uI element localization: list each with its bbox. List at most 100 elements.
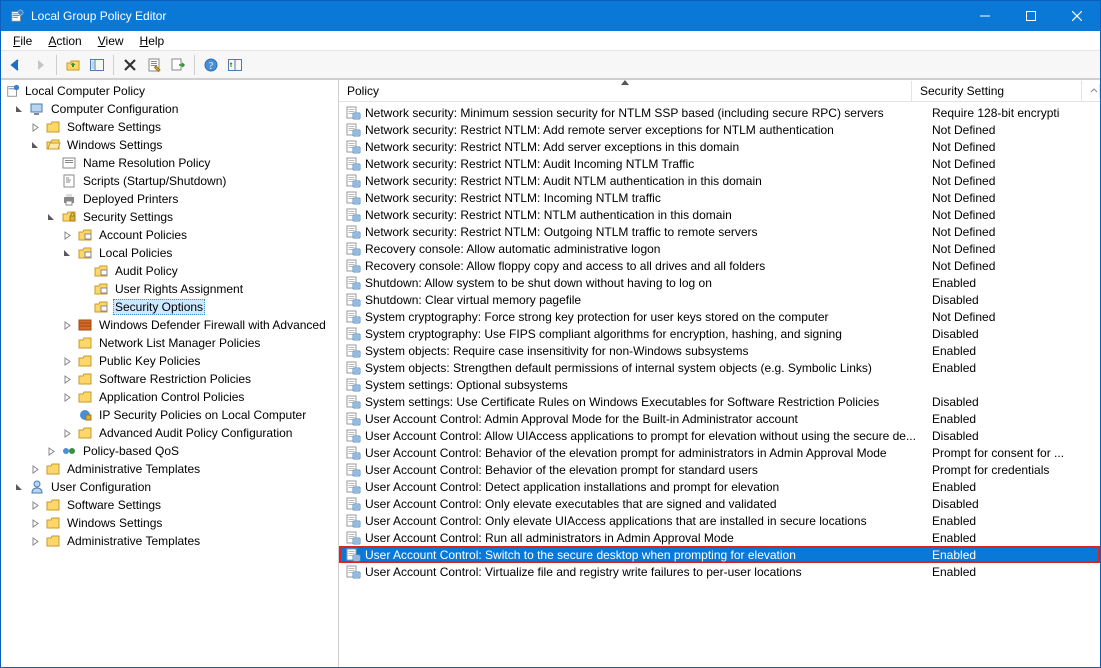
policy-row[interactable]: User Account Control: Detect application… bbox=[339, 478, 1100, 495]
tree-item-security-settings[interactable]: Security Settings bbox=[1, 208, 339, 226]
console-tree[interactable]: Local Computer Policy Computer Configura… bbox=[1, 80, 339, 667]
expander-open-icon[interactable] bbox=[45, 211, 57, 223]
forward-button[interactable] bbox=[29, 54, 51, 76]
tree-item-audit-policy[interactable]: Audit Policy bbox=[1, 262, 339, 280]
tree-item-u-admin-templates[interactable]: Administrative Templates bbox=[1, 532, 339, 550]
up-button[interactable] bbox=[62, 54, 84, 76]
delete-button[interactable] bbox=[119, 54, 141, 76]
tree-item-software-settings[interactable]: Software Settings bbox=[1, 118, 339, 136]
security-settings-icon bbox=[61, 209, 77, 225]
tree-root[interactable]: Local Computer Policy bbox=[1, 82, 339, 100]
expander-closed-icon[interactable] bbox=[29, 463, 41, 475]
expander-closed-icon[interactable] bbox=[29, 517, 41, 529]
maximize-button[interactable] bbox=[1008, 1, 1054, 31]
tree-item-qos[interactable]: Policy-based QoS bbox=[1, 442, 339, 460]
policy-setting: Not Defined bbox=[932, 310, 1100, 324]
back-button[interactable] bbox=[5, 54, 27, 76]
expander-closed-icon[interactable] bbox=[29, 121, 41, 133]
menu-action[interactable]: Action bbox=[40, 32, 89, 50]
policy-row[interactable]: User Account Control: Allow UIAccess app… bbox=[339, 427, 1100, 444]
tree-item-account-policies[interactable]: Account Policies bbox=[1, 226, 339, 244]
tree-item-user-rights[interactable]: User Rights Assignment bbox=[1, 280, 339, 298]
show-hide-tree-button[interactable] bbox=[86, 54, 108, 76]
tree-item-application-control[interactable]: Application Control Policies bbox=[1, 388, 339, 406]
help-button[interactable]: ? bbox=[200, 54, 222, 76]
policy-row[interactable]: Network security: Restrict NTLM: Audit I… bbox=[339, 155, 1100, 172]
policy-row[interactable]: User Account Control: Run all administra… bbox=[339, 529, 1100, 546]
tree-label: Deployed Printers bbox=[81, 192, 180, 206]
menu-file[interactable]: File bbox=[5, 32, 40, 50]
tree-item-u-windows-settings[interactable]: Windows Settings bbox=[1, 514, 339, 532]
policy-row[interactable]: User Account Control: Only elevate UIAcc… bbox=[339, 512, 1100, 529]
tree-item-deployed-printers[interactable]: Deployed Printers bbox=[1, 190, 339, 208]
tree-item-computer-configuration[interactable]: Computer Configuration bbox=[1, 100, 339, 118]
expander-closed-icon[interactable] bbox=[61, 427, 73, 439]
policy-row[interactable]: System settings: Use Certificate Rules o… bbox=[339, 393, 1100, 410]
expander-closed-icon[interactable] bbox=[61, 391, 73, 403]
export-list-button[interactable] bbox=[167, 54, 189, 76]
tree-item-user-configuration[interactable]: User Configuration bbox=[1, 478, 339, 496]
tree-item-ipsec[interactable]: IP Security Policies on Local Computer bbox=[1, 406, 339, 424]
tree-item-public-key[interactable]: Public Key Policies bbox=[1, 352, 339, 370]
tree-item-local-policies[interactable]: Local Policies bbox=[1, 244, 339, 262]
tree-item-security-options[interactable]: Security Options bbox=[1, 298, 339, 316]
policy-row[interactable]: Recovery console: Allow floppy copy and … bbox=[339, 257, 1100, 274]
policy-row[interactable]: Recovery console: Allow automatic admini… bbox=[339, 240, 1100, 257]
tree-item-nlm[interactable]: Network List Manager Policies bbox=[1, 334, 339, 352]
policy-row[interactable]: Network security: Restrict NTLM: Incomin… bbox=[339, 189, 1100, 206]
tree-label: Scripts (Startup/Shutdown) bbox=[81, 174, 228, 188]
policy-row[interactable]: System settings: Optional subsystems bbox=[339, 376, 1100, 393]
policy-row[interactable]: System cryptography: Force strong key pr… bbox=[339, 308, 1100, 325]
refresh-button[interactable] bbox=[224, 54, 246, 76]
tree-label: Local Policies bbox=[97, 246, 174, 260]
policy-row[interactable]: Network security: Restrict NTLM: Outgoin… bbox=[339, 223, 1100, 240]
policy-row[interactable]: User Account Control: Behavior of the el… bbox=[339, 444, 1100, 461]
policy-row[interactable]: System objects: Strengthen default permi… bbox=[339, 359, 1100, 376]
expander-closed-icon[interactable] bbox=[29, 499, 41, 511]
policy-list-body[interactable]: Network security: Minimum session securi… bbox=[339, 102, 1100, 667]
close-button[interactable] bbox=[1054, 1, 1100, 31]
policy-row[interactable]: Shutdown: Clear virtual memory pagefileD… bbox=[339, 291, 1100, 308]
tree-item-wdf[interactable]: Windows Defender Firewall with Advanced bbox=[1, 316, 339, 334]
policy-row[interactable]: System objects: Require case insensitivi… bbox=[339, 342, 1100, 359]
policy-row[interactable]: User Account Control: Switch to the secu… bbox=[339, 546, 1100, 563]
tree-item-u-software-settings[interactable]: Software Settings bbox=[1, 496, 339, 514]
tree-item-admin-templates[interactable]: Administrative Templates bbox=[1, 460, 339, 478]
expander-closed-icon[interactable] bbox=[45, 445, 57, 457]
menu-help[interactable]: Help bbox=[132, 32, 173, 50]
expander-closed-icon[interactable] bbox=[61, 319, 73, 331]
tree-item-advanced-audit[interactable]: Advanced Audit Policy Configuration bbox=[1, 424, 339, 442]
expander-open-icon[interactable] bbox=[13, 481, 25, 493]
policy-item-icon bbox=[345, 496, 361, 512]
tree-item-software-restriction[interactable]: Software Restriction Policies bbox=[1, 370, 339, 388]
policy-setting: Prompt for consent for ... bbox=[932, 446, 1100, 460]
expander-open-icon[interactable] bbox=[61, 247, 73, 259]
expander-closed-icon[interactable] bbox=[61, 229, 73, 241]
menu-view[interactable]: View bbox=[90, 32, 132, 50]
column-header-policy[interactable]: Policy bbox=[339, 81, 912, 101]
tree-item-windows-settings[interactable]: Windows Settings bbox=[1, 136, 339, 154]
policy-row[interactable]: Shutdown: Allow system to be shut down w… bbox=[339, 274, 1100, 291]
expander-closed-icon[interactable] bbox=[61, 355, 73, 367]
policy-row[interactable]: User Account Control: Only elevate execu… bbox=[339, 495, 1100, 512]
expander-closed-icon[interactable] bbox=[61, 373, 73, 385]
tree-item-scripts[interactable]: Scripts (Startup/Shutdown) bbox=[1, 172, 339, 190]
policy-row[interactable]: Network security: Restrict NTLM: NTLM au… bbox=[339, 206, 1100, 223]
folder-icon bbox=[45, 515, 61, 531]
policy-row[interactable]: User Account Control: Admin Approval Mod… bbox=[339, 410, 1100, 427]
properties-button[interactable] bbox=[143, 54, 165, 76]
policy-row[interactable]: Network security: Restrict NTLM: Audit N… bbox=[339, 172, 1100, 189]
policy-row[interactable]: Network security: Restrict NTLM: Add ser… bbox=[339, 138, 1100, 155]
policy-item-icon bbox=[345, 377, 361, 393]
policy-row[interactable]: System cryptography: Use FIPS compliant … bbox=[339, 325, 1100, 342]
policy-row[interactable]: Network security: Restrict NTLM: Add rem… bbox=[339, 121, 1100, 138]
policy-row[interactable]: Network security: Minimum session securi… bbox=[339, 104, 1100, 121]
expander-closed-icon[interactable] bbox=[29, 535, 41, 547]
column-header-setting[interactable]: Security Setting bbox=[912, 81, 1082, 101]
expander-open-icon[interactable] bbox=[29, 139, 41, 151]
minimize-button[interactable] bbox=[962, 1, 1008, 31]
tree-item-name-resolution[interactable]: Name Resolution Policy bbox=[1, 154, 339, 172]
expander-open-icon[interactable] bbox=[13, 103, 25, 115]
policy-row[interactable]: User Account Control: Virtualize file an… bbox=[339, 563, 1100, 580]
policy-row[interactable]: User Account Control: Behavior of the el… bbox=[339, 461, 1100, 478]
